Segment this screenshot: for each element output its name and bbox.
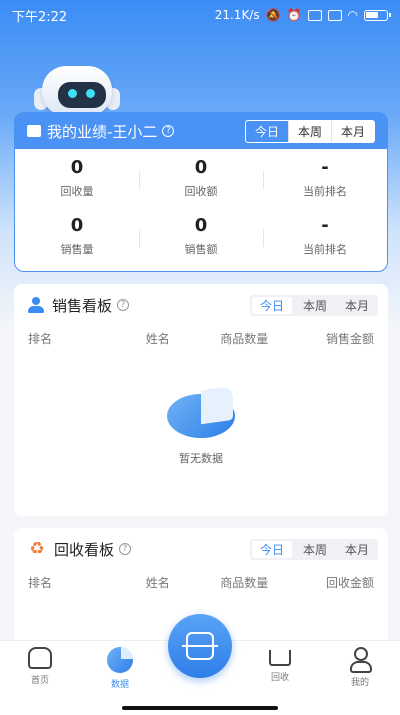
col-qty: 商品数量 bbox=[220, 575, 269, 590]
col-rank: 排名 bbox=[28, 575, 53, 590]
nav-recycle[interactable]: 回收 bbox=[250, 647, 310, 683]
sales-board-card: 销售看板 ? 今日 本周 本月 排名 姓名 商品数量 销售金额 暂无数据 bbox=[14, 284, 388, 516]
empty-text: 暂无数据 bbox=[179, 452, 223, 465]
profile-icon bbox=[347, 647, 373, 673]
tab-month[interactable]: 本月 bbox=[336, 539, 378, 560]
scan-button[interactable] bbox=[168, 614, 232, 678]
net-speed: 21.1K/s bbox=[214, 8, 260, 22]
signal-hd-icon bbox=[307, 9, 322, 21]
nav-home[interactable]: 首页 bbox=[10, 647, 70, 686]
home-indicator bbox=[122, 706, 278, 710]
col-rank: 排名 bbox=[28, 331, 53, 346]
col-amount: 回收金额 bbox=[325, 575, 374, 590]
silent-icon: 🔕 bbox=[265, 8, 281, 22]
stat-recycle-count: 0 回收量 bbox=[60, 157, 94, 198]
nav-profile[interactable]: 我的 bbox=[330, 647, 390, 688]
chart-icon bbox=[27, 125, 41, 137]
sales-table-header: 排名 姓名 商品数量 销售金额 bbox=[14, 326, 388, 350]
battery-icon bbox=[364, 9, 391, 21]
user-icon bbox=[28, 297, 44, 313]
tab-week[interactable]: 本周 bbox=[289, 120, 332, 142]
sales-period-tabs: 今日 本周 本月 bbox=[249, 294, 378, 316]
stat-row-recycle: 0 回收量 0 回收额 - 当前排名 bbox=[15, 149, 387, 207]
status-time: 下午2:22 bbox=[12, 9, 68, 25]
tab-week[interactable]: 本周 bbox=[294, 295, 336, 316]
col-name: 姓名 bbox=[145, 331, 170, 346]
signal-hd-icon bbox=[327, 9, 342, 21]
recycle-period-tabs: 今日 本周 本月 bbox=[249, 538, 378, 560]
wifi-icon: ◠ bbox=[347, 8, 358, 22]
help-icon[interactable]: ? bbox=[117, 299, 130, 311]
stat-sales-count: 0 销售量 bbox=[60, 215, 94, 256]
help-icon[interactable]: ? bbox=[119, 543, 132, 555]
sales-board-title: 销售看板 bbox=[52, 296, 113, 315]
performance-card: 我的业绩-王小二 ? 今日 本周 本月 0 回收量 0 回收额 - 当前排名 0 bbox=[14, 112, 388, 272]
data-icon bbox=[107, 647, 133, 673]
col-name: 姓名 bbox=[145, 575, 170, 590]
performance-header: 我的业绩-王小二 ? 今日 本周 本月 bbox=[15, 113, 387, 149]
alarm-icon: ⏰ bbox=[286, 8, 302, 22]
cart-icon bbox=[269, 650, 291, 666]
stat-sales-amount: 0 销售额 bbox=[139, 215, 263, 257]
tab-month[interactable]: 本月 bbox=[332, 121, 374, 142]
status-bar: 下午2:22 21.1K/s 🔕 ⏰ ◠ bbox=[0, 0, 400, 30]
stat-row-sales: 0 销售量 0 销售额 - 当前排名 bbox=[15, 207, 387, 265]
stat-sales-rank: - 当前排名 bbox=[263, 215, 387, 257]
nav-data[interactable]: 数据 bbox=[90, 647, 150, 690]
recycle-table-header: 排名 姓名 商品数量 回收金额 bbox=[14, 570, 388, 594]
stat-recycle-amount: 0 回收额 bbox=[139, 157, 263, 199]
stat-recycle-rank: - 当前排名 bbox=[263, 157, 387, 199]
home-icon bbox=[28, 647, 52, 669]
col-amount: 销售金额 bbox=[325, 331, 374, 346]
recycle-board-title: 回收看板 bbox=[54, 540, 115, 559]
tab-month[interactable]: 本月 bbox=[336, 295, 378, 316]
recycle-icon: ♻ bbox=[29, 539, 45, 559]
tab-today[interactable]: 今日 bbox=[251, 296, 292, 314]
col-qty: 商品数量 bbox=[220, 331, 269, 346]
help-icon[interactable]: ? bbox=[162, 125, 175, 137]
tab-today[interactable]: 今日 bbox=[245, 120, 289, 142]
empty-chart-icon bbox=[161, 384, 241, 444]
tab-today[interactable]: 今日 bbox=[251, 540, 292, 558]
performance-period-tabs: 今日 本周 本月 bbox=[244, 119, 375, 143]
tab-week[interactable]: 本周 bbox=[294, 539, 336, 560]
empty-state: 暂无数据 bbox=[14, 384, 388, 466]
performance-title: 我的业绩-王小二 bbox=[47, 122, 158, 141]
